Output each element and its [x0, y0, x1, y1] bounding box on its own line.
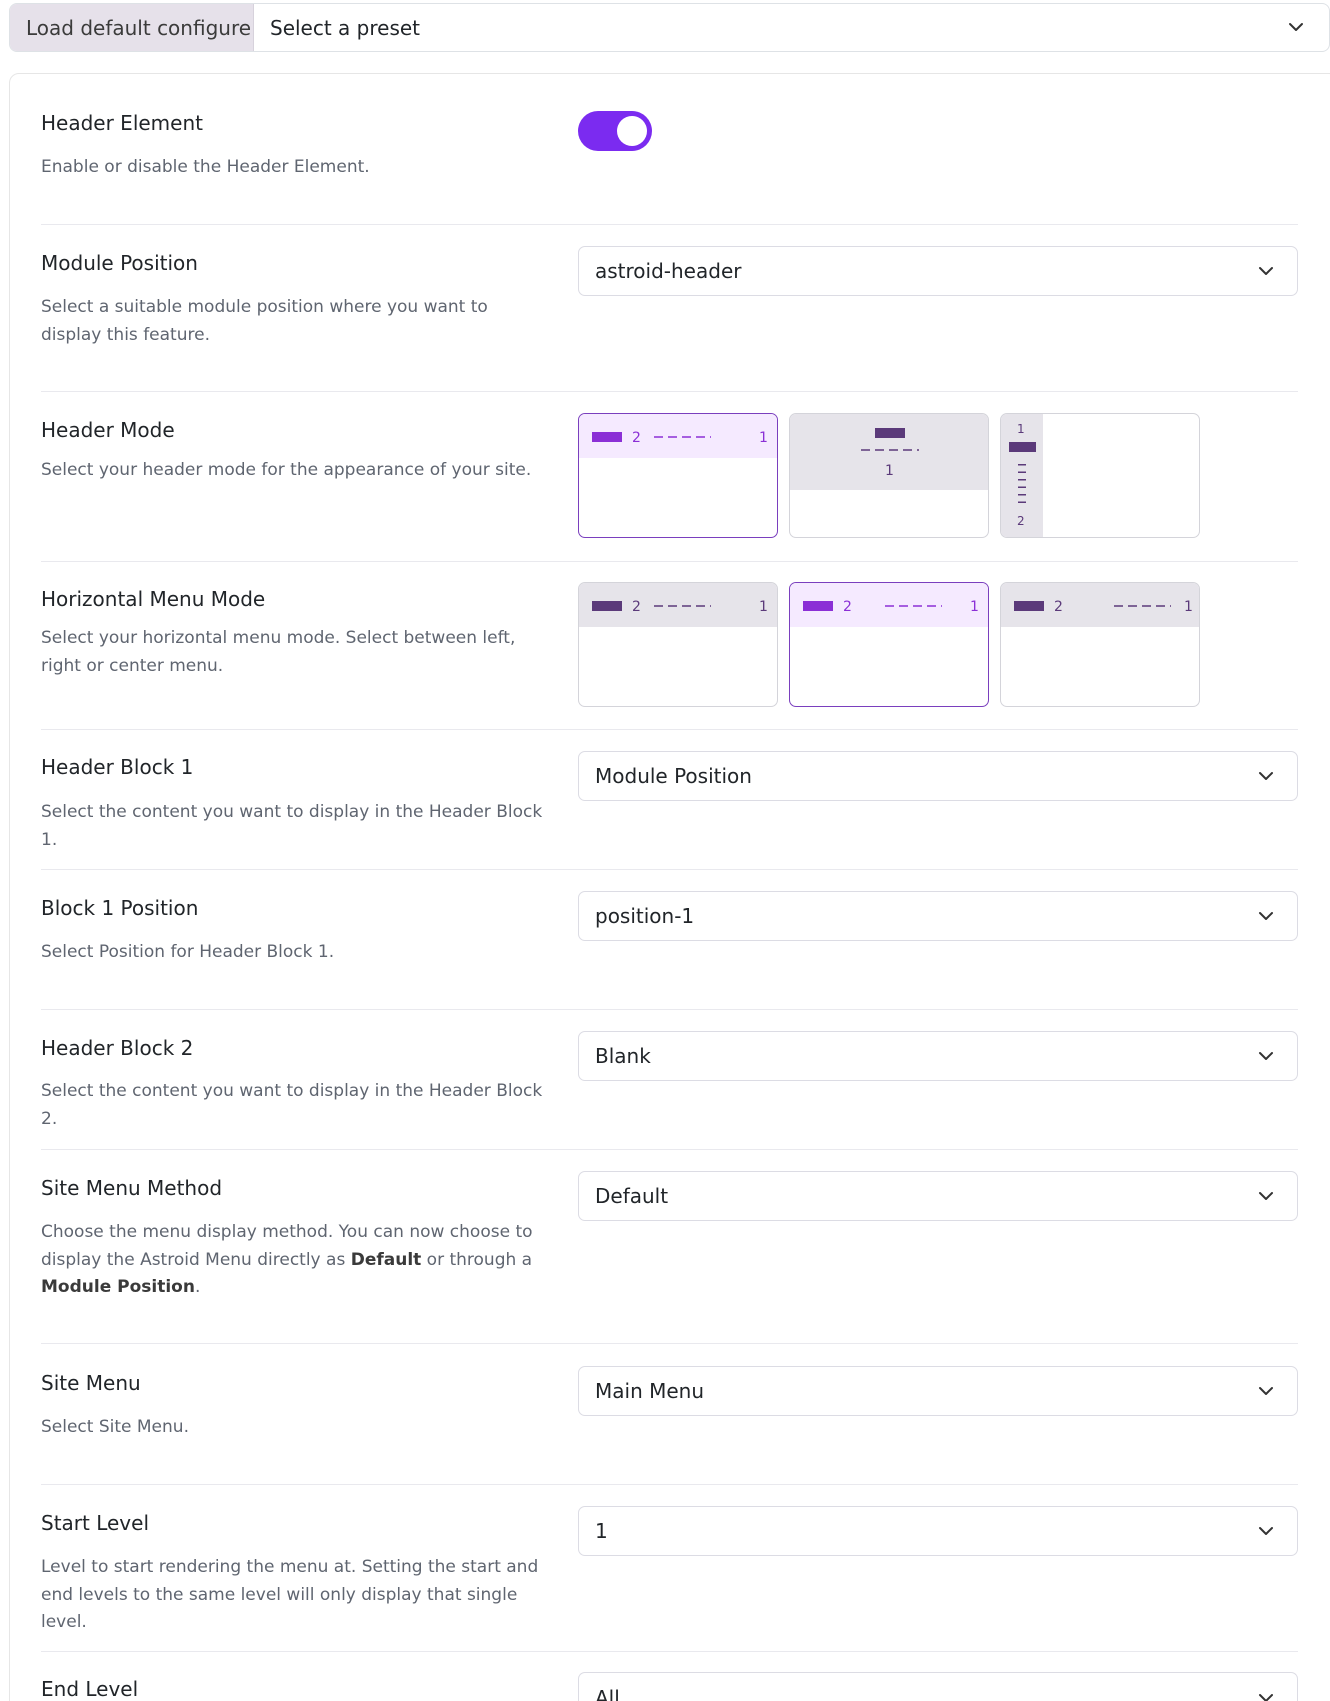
thumb-label: 1	[885, 463, 894, 479]
menu-mode-thumb-right: 2 1	[1001, 583, 1199, 627]
preset-select[interactable]: Select a preset	[254, 4, 1329, 51]
header-mode-option-2[interactable]: 1	[789, 413, 989, 538]
menu-mode-option-center[interactable]: 2 1	[789, 582, 989, 707]
setting-label-module-position: Module Position	[41, 251, 198, 275]
setting-desc-block-1-position: Select Position for Header Block 1.	[41, 942, 335, 962]
select-value: astroid-header	[595, 259, 742, 283]
setting-label-site-menu-method: Site Menu Method	[41, 1176, 223, 1200]
setting-desc-start-level: Level to start rendering the menu at. Se…	[41, 1557, 539, 1632]
block-1-position-select[interactable]: position-1	[578, 891, 1298, 941]
module-position-select[interactable]: astroid-header	[578, 246, 1298, 296]
thumb-label: 2	[1054, 599, 1063, 615]
setting-desc-header-block-1: Select the content you want to display i…	[41, 802, 543, 850]
select-value: Main Menu	[595, 1379, 705, 1403]
chevron-down-icon	[1259, 1387, 1273, 1395]
header-mode-option-1[interactable]: 2 1	[578, 413, 778, 538]
header-mode-thumb-3: 1 2	[1001, 414, 1043, 537]
header-block-2-select[interactable]: Blank	[578, 1031, 1298, 1081]
chevron-down-icon	[1259, 1052, 1273, 1060]
divider	[41, 1149, 1298, 1150]
menu-mode-option-right[interactable]: 2 1	[1000, 582, 1200, 707]
setting-desc-site-menu-method: Choose the menu display method. You can …	[41, 1219, 551, 1302]
setting-label-start-level: Start Level	[41, 1511, 150, 1535]
setting-desc-header-mode: Select your header mode for the appearan…	[41, 460, 532, 480]
chevron-down-icon	[1259, 772, 1273, 780]
divider	[41, 561, 1298, 562]
preset-bar: Load default configure Select a preset	[9, 3, 1330, 52]
menu-mode-thumb-center: 2 1	[790, 583, 988, 627]
chevron-down-icon	[1289, 23, 1303, 31]
thumb-label: 1	[759, 430, 768, 446]
thumb-label: 2	[1017, 514, 1025, 528]
divider	[41, 1009, 1298, 1010]
end-level-select[interactable]: All	[578, 1672, 1298, 1701]
divider	[41, 391, 1298, 392]
menu-mode-thumb-left: 2 1	[579, 583, 777, 627]
divider	[41, 1343, 1298, 1344]
header-mode-option-3[interactable]: 1 2	[1000, 413, 1200, 538]
divider	[41, 869, 1298, 870]
site-menu-method-select[interactable]: Default	[578, 1171, 1298, 1221]
setting-desc-header-element: Enable or disable the Header Element.	[41, 157, 370, 177]
thumb-label: 2	[843, 599, 852, 615]
divider	[41, 1651, 1298, 1652]
thumb-label: 2	[632, 599, 641, 615]
setting-label-block-1-position: Block 1 Position	[41, 896, 199, 920]
select-value: 1	[595, 1519, 608, 1543]
menu-mode-option-left[interactable]: 2 1	[578, 582, 778, 707]
chevron-down-icon	[1259, 1192, 1273, 1200]
setting-label-header-element: Header Element	[41, 111, 203, 135]
thumb-label: 1	[1017, 422, 1025, 436]
divider	[41, 729, 1298, 730]
thumb-label: 1	[1184, 599, 1193, 615]
setting-label-header-mode: Header Mode	[41, 418, 175, 442]
setting-desc-site-menu: Select Site Menu.	[41, 1417, 189, 1437]
select-value: position-1	[595, 904, 695, 928]
thumb-label: 2	[632, 430, 641, 446]
header-mode-thumb-2: 1	[790, 414, 988, 490]
load-default-button[interactable]: Load default configure	[10, 4, 254, 51]
setting-label-site-menu: Site Menu	[41, 1371, 141, 1395]
desc-bold-default: Default	[350, 1249, 422, 1270]
thumb-label: 1	[970, 599, 979, 615]
preset-select-value: Select a preset	[270, 15, 421, 40]
setting-desc-horizontal-menu-mode: Select your horizontal menu mode. Select…	[41, 628, 516, 676]
setting-label-horizontal-menu-mode: Horizontal Menu Mode	[41, 587, 266, 611]
chevron-down-icon	[1259, 912, 1273, 920]
setting-label-end-level: End Level	[41, 1677, 139, 1701]
setting-desc-module-position: Select a suitable module position where …	[41, 297, 488, 345]
setting-desc-header-block-2: Select the content you want to display i…	[41, 1081, 543, 1129]
header-element-toggle[interactable]	[578, 111, 652, 151]
chevron-down-icon	[1259, 1527, 1273, 1535]
setting-label-header-block-1: Header Block 1	[41, 755, 194, 779]
header-block-1-select[interactable]: Module Position	[578, 751, 1298, 801]
divider	[41, 1484, 1298, 1485]
desc-bold-module-position: Module Position	[41, 1277, 195, 1297]
start-level-select[interactable]: 1	[578, 1506, 1298, 1556]
chevron-down-icon	[1259, 267, 1273, 275]
divider	[41, 224, 1298, 225]
desc-text: or through a	[421, 1249, 533, 1270]
thumb-label: 1	[759, 599, 768, 615]
setting-label-header-block-2: Header Block 2	[41, 1036, 194, 1060]
desc-text: .	[194, 1277, 201, 1297]
select-value: Module Position	[595, 764, 752, 788]
header-mode-thumb-1: 2 1	[579, 414, 777, 458]
site-menu-select[interactable]: Main Menu	[578, 1366, 1298, 1416]
chevron-down-icon	[1259, 1694, 1273, 1701]
select-value: Blank	[595, 1044, 651, 1068]
select-value: Default	[595, 1184, 669, 1208]
toggle-knob	[617, 116, 647, 146]
select-value: All	[595, 1686, 620, 1701]
